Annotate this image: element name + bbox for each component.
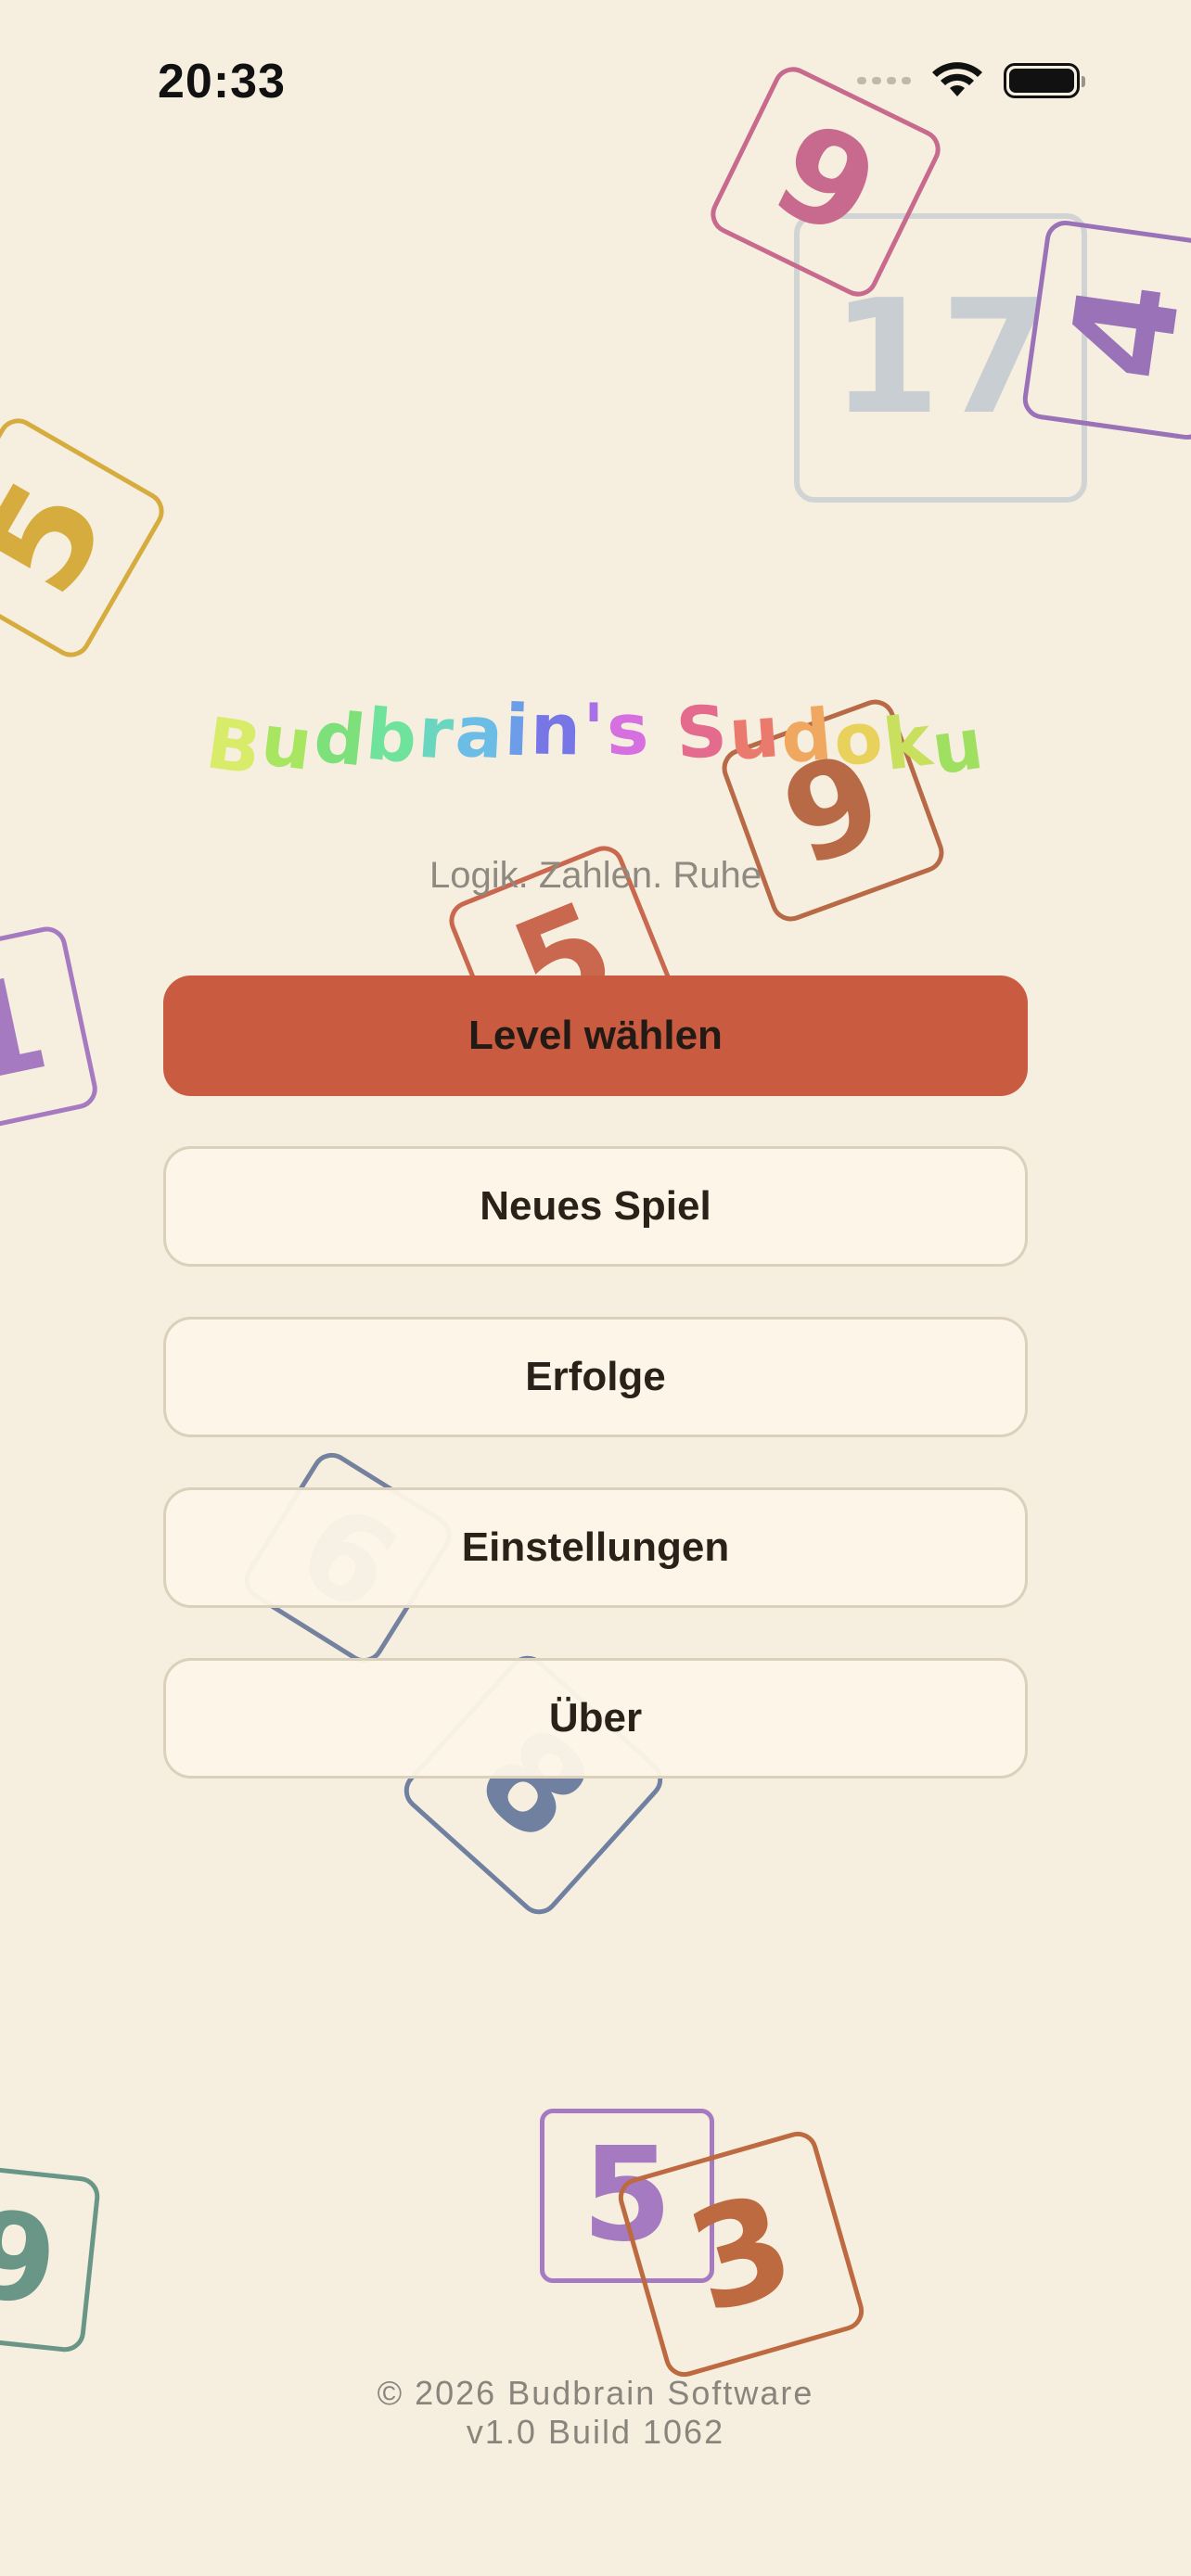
copyright-text: © 2026 Budbrain Software: [377, 2374, 814, 2412]
wifi-icon: [932, 62, 982, 96]
tile-1-left: 1: [0, 923, 101, 1140]
footer: © 2026 Budbrain Software v1.0 Build 1062: [0, 2374, 1191, 2452]
app-title-text: Bu d b r a i n ' s Sudoku: [201, 688, 991, 791]
about-button[interactable]: Über: [163, 1658, 1028, 1779]
title-letter: i: [503, 688, 532, 772]
tile-5-left: 5: [0, 411, 172, 665]
title-letter: S: [674, 689, 732, 775]
level-select-button[interactable]: Level wählen: [163, 976, 1028, 1096]
title-letter: ': [583, 688, 607, 771]
new-game-button[interactable]: Neues Spiel: [163, 1146, 1028, 1267]
settings-button[interactable]: Einstellungen: [163, 1487, 1028, 1608]
status-time: 20:33: [158, 55, 286, 108]
main-menu: Level wählen Neues Spiel Erfolge Einstel…: [163, 976, 1028, 1829]
title-letter: d: [310, 695, 371, 783]
title-letter: d: [777, 692, 838, 780]
title-letter: a: [453, 689, 507, 775]
tile-9-bottom-left: 9: [0, 2162, 102, 2354]
achievements-button[interactable]: Erfolge: [163, 1317, 1028, 1437]
title-letter: r: [416, 690, 458, 776]
title-letter: n: [530, 687, 584, 772]
title-letter: u: [927, 701, 991, 791]
app-title: Bu d b r a i n ' s Sudoku: [0, 688, 1191, 791]
title-letter: u: [257, 697, 319, 787]
signal-icon: [857, 77, 911, 84]
status-icons: [857, 61, 1085, 100]
title-letter: b: [363, 692, 423, 780]
app-subtitle: Logik. Zahlen. Ruhe: [429, 855, 762, 896]
main-menu-screen: 20:33 17 9 4 5 9 5 1 6: [0, 0, 1191, 2576]
version-text: v1.0 Build 1062: [466, 2413, 725, 2451]
title-letter: [648, 689, 678, 772]
tile-4-top: 4: [1019, 218, 1191, 442]
title-letter: s: [605, 687, 651, 772]
title-letter: u: [726, 690, 785, 776]
battery-icon: [1004, 63, 1085, 98]
